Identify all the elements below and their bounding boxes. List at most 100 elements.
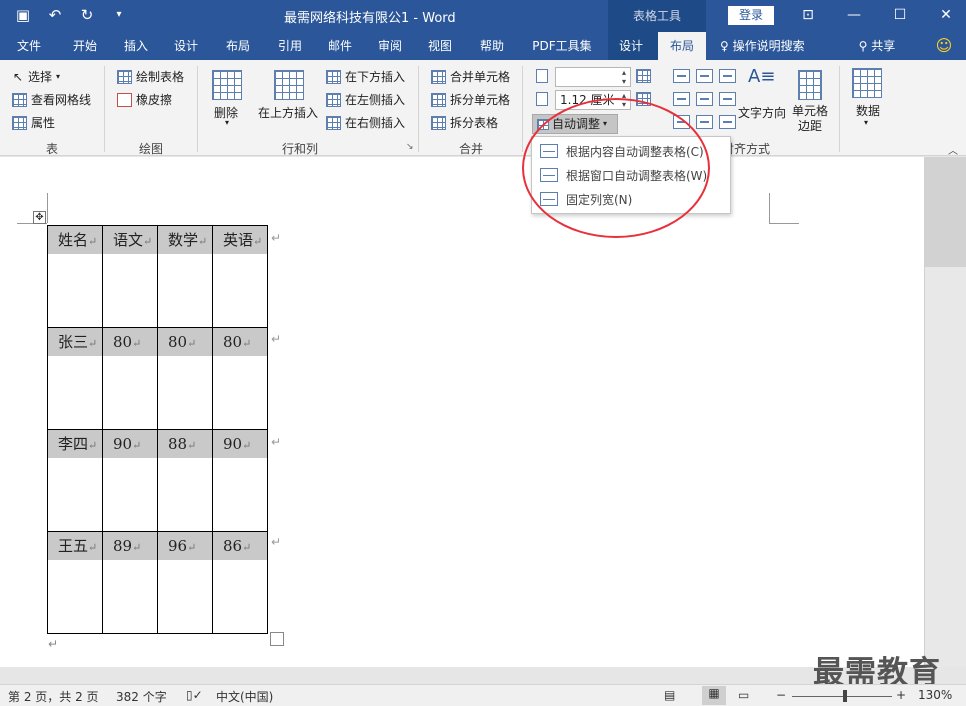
proofing-icon[interactable]: ▯✓ [186, 688, 203, 702]
redo-icon[interactable]: ↻ [78, 6, 96, 24]
web-layout-icon[interactable]: ▭ [738, 688, 749, 702]
data-button[interactable]: 数据 [856, 102, 880, 119]
tab-table-design[interactable]: 设计 [608, 32, 654, 60]
page-count[interactable]: 第 2 页，共 2 页 [8, 688, 99, 705]
merge-cells-button[interactable]: 合并单元格 [431, 68, 510, 85]
table-row: 张三↵ 80↵ 80↵ 80↵ [47, 327, 268, 430]
distribute-rows-button[interactable] [636, 69, 651, 83]
smiley-icon[interactable]: ☺ [932, 32, 956, 60]
align-middle-right-icon[interactable] [719, 92, 736, 106]
distribute-columns-button[interactable] [636, 92, 651, 106]
draw-table-button[interactable]: 绘制表格 [117, 68, 184, 85]
ribbon-display-icon[interactable]: ⊡ [796, 4, 820, 26]
zoom-slider[interactable] [792, 696, 892, 697]
insert-above-button[interactable]: 在上方插入 [258, 104, 318, 121]
table-cell[interactable]: 90↵ [102, 429, 158, 532]
tab-references[interactable]: 引用 [266, 32, 314, 60]
dialog-launcher-icon[interactable]: ↘ [406, 142, 414, 152]
customize-qat-icon[interactable]: ▾ [110, 6, 128, 24]
zoom-slider-thumb[interactable] [843, 690, 847, 702]
align-top-right-icon[interactable] [719, 69, 736, 83]
text-direction-button[interactable]: 文字方向 [738, 104, 786, 121]
tab-home[interactable]: 开始 [60, 32, 110, 60]
collapse-ribbon-icon[interactable]: ︿ [948, 142, 958, 157]
autofit-button[interactable]: 自动调整 ▾ [532, 114, 618, 134]
cell-end-mark: ↵ [88, 337, 98, 350]
table-cell[interactable]: 80↵ [157, 327, 213, 430]
person-icon: ⚲ [858, 39, 868, 53]
save-icon[interactable]: ▣ [14, 6, 32, 24]
cell-end-mark: ↵ [187, 439, 197, 452]
table-cell[interactable]: 姓名↵ [47, 225, 103, 328]
table-cell[interactable]: 王五↵ [47, 531, 103, 634]
split-cells-button[interactable]: 拆分单元格 [431, 91, 510, 108]
zoom-level[interactable]: 130% [918, 688, 952, 702]
align-middle-left-icon[interactable] [673, 92, 690, 106]
autofit-contents-item[interactable]: 根据内容自动调整表格(C) [536, 139, 728, 163]
tell-me-search[interactable]: ♀ 操作说明搜索 [720, 32, 830, 60]
properties-button[interactable]: 属性 [12, 114, 55, 131]
maximize-icon[interactable]: ☐ [888, 4, 912, 26]
table-resize-handle[interactable] [270, 632, 284, 646]
table-cell[interactable]: 89↵ [102, 531, 158, 634]
insert-right-button[interactable]: 在右侧插入 [326, 114, 405, 131]
select-button[interactable]: ↖ 选择 ▾ [12, 68, 60, 85]
tab-review[interactable]: 审阅 [366, 32, 414, 60]
table-cell[interactable]: 80↵ [102, 327, 158, 430]
row-end-mark: ↵ [271, 535, 282, 549]
minimize-icon[interactable]: — [842, 4, 866, 26]
eraser-button[interactable]: 橡皮擦 [117, 91, 172, 108]
undo-icon[interactable]: ↶ [46, 6, 64, 24]
language-status[interactable]: 中文(中国) [216, 688, 273, 705]
row-height-input[interactable] [555, 67, 631, 87]
align-top-center-icon[interactable] [696, 69, 713, 83]
word-count[interactable]: 382 个字 [116, 688, 167, 705]
print-layout-icon[interactable]: ▦ [702, 686, 726, 705]
insert-left-button[interactable]: 在左侧插入 [326, 91, 405, 108]
table-cell[interactable]: 80↵ [212, 327, 268, 430]
fixed-column-width-item[interactable]: 固定列宽(N) [536, 187, 728, 211]
close-icon[interactable]: ✕ [934, 4, 958, 26]
table-cell[interactable]: 英语↵ [212, 225, 268, 328]
view-gridlines-button[interactable]: 查看网格线 [12, 91, 91, 108]
column-width-input[interactable]: 1.12 厘米 [555, 90, 631, 110]
crop-mark [769, 223, 799, 224]
tab-file[interactable]: 文件 [6, 32, 52, 60]
table-cell[interactable]: 数学↵ [157, 225, 213, 328]
vertical-scrollbar[interactable] [924, 157, 966, 667]
zoom-in-icon[interactable]: + [896, 688, 906, 702]
insert-below-button[interactable]: 在下方插入 [326, 68, 405, 85]
tab-table-layout[interactable]: 布局 [658, 32, 706, 60]
tab-design[interactable]: 设计 [162, 32, 210, 60]
tab-mailings[interactable]: 邮件 [316, 32, 364, 60]
table-cell[interactable]: 96↵ [157, 531, 213, 634]
split-cells-label: 拆分单元格 [450, 93, 511, 107]
split-table-button[interactable]: 拆分表格 [431, 114, 498, 131]
tab-help[interactable]: 帮助 [468, 32, 516, 60]
align-top-left-icon[interactable] [673, 69, 690, 83]
tab-insert[interactable]: 插入 [112, 32, 160, 60]
table-cell[interactable]: 李四↵ [47, 429, 103, 532]
scrollbar-thumb[interactable] [925, 157, 966, 267]
table-cell[interactable]: 86↵ [212, 531, 268, 634]
title-bar: ▣ ↶ ↻ ▾ 最需网络科技有限公1 - Word 表格工具 登录 ⊡ — ☐ … [0, 0, 966, 32]
table-cell[interactable]: 语文↵ [102, 225, 158, 328]
read-mode-icon[interactable]: ▤ [664, 688, 675, 702]
cell-end-mark: ↵ [88, 541, 98, 554]
table-cell[interactable]: 88↵ [157, 429, 213, 532]
cell-margins-button[interactable]: 单元格边距 [790, 104, 830, 134]
table-cell[interactable]: 张三↵ [47, 327, 103, 430]
align-bottom-left-icon[interactable] [673, 115, 690, 129]
share-button[interactable]: ⚲ 共享 [852, 32, 902, 60]
login-button[interactable]: 登录 [728, 6, 774, 25]
table-cell[interactable]: 90↵ [212, 429, 268, 532]
tab-view[interactable]: 视图 [416, 32, 464, 60]
tab-layout[interactable]: 布局 [214, 32, 262, 60]
autofit-window-item[interactable]: 根据窗口自动调整表格(W) [536, 163, 728, 187]
align-bottom-right-icon[interactable] [719, 115, 736, 129]
zoom-out-icon[interactable]: − [776, 688, 786, 702]
table-move-handle-icon[interactable]: ✥ [33, 211, 46, 224]
align-center-icon[interactable] [696, 92, 713, 106]
tab-pdf-tools[interactable]: PDF工具集 [524, 32, 600, 60]
align-bottom-center-icon[interactable] [696, 115, 713, 129]
